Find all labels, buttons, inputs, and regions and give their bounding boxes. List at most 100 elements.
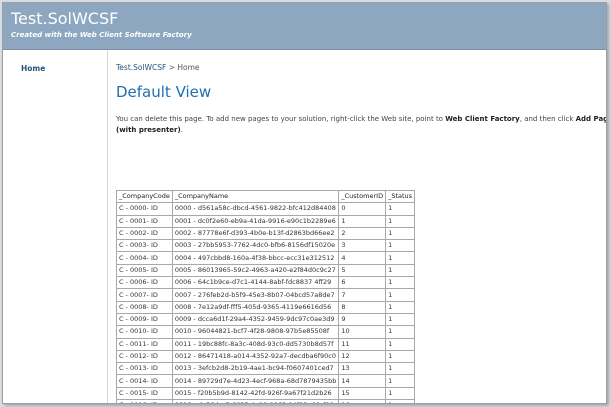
cell-status: 1	[385, 362, 416, 376]
cell-companyname: 0009 - dcca6d1f-29a4-4352-9459-9dc97c0ae…	[171, 312, 340, 327]
cell-companycode: C - 0007- ID	[116, 288, 173, 302]
cell-companyname: 0011 - 19bc88fc-8a3c-408d-93c0-dd5730b8d…	[171, 337, 340, 351]
breadcrumb: Test.SolWCSF > Home	[116, 63, 200, 72]
cell-customerid: 4	[338, 251, 387, 265]
cell-customerid: 5	[338, 263, 387, 278]
cell-companycode: C - 0005- ID	[116, 263, 173, 278]
intro-text-end: .	[180, 126, 183, 134]
cell-customerid: 13	[338, 362, 387, 376]
intro-text-bold-factory: Web Client Factory	[445, 115, 520, 123]
cell-customerid: 9	[338, 312, 387, 327]
table-row: C - 0007- ID 0007 - 276feb2d-b5f9-45e3-8b…	[116, 288, 416, 302]
cell-companycode: C - 0016- ID	[116, 399, 173, 403]
cell-companyname: 0006 - 64c1b9ce-d7c1-4144-8abf-fdc8837 4…	[171, 276, 340, 290]
cell-status: 1	[385, 226, 416, 241]
table-row: C - 0000- ID 0000 - d561a58c-dbcd-4561-98…	[116, 202, 416, 216]
cell-companyname: 0015 - f20b5b9d-8142-42fd-926f-9a67f21d2…	[171, 386, 340, 401]
intro-text-bold-add-page: Add Page	[575, 115, 606, 123]
cell-companycode: C - 0000- ID	[116, 202, 173, 216]
cell-customerid: 8	[338, 300, 387, 314]
data-grid-container: _CompanyCode _CompanyName _CustomerID _S…	[116, 189, 416, 403]
cell-companycode: C - 0004- ID	[116, 251, 173, 265]
site-subtitle: Created with the Web Client Software Fac…	[11, 31, 192, 39]
table-row: C - 0011- ID 0011 - 19bc88fc-8a3c-408d-93…	[116, 337, 416, 351]
cell-customerid: 7	[338, 288, 387, 302]
cell-status: 1	[385, 288, 416, 302]
column-header-customerid: _CustomerID	[338, 189, 387, 204]
cell-status: 1	[385, 251, 416, 265]
cell-status: 1	[385, 263, 416, 278]
cell-status: 1	[385, 202, 416, 216]
table-row: C - 0006- ID 0006 - 64c1b9ce-d7c1-4144-8a…	[116, 276, 416, 290]
column-header-status: _Status	[385, 189, 416, 204]
cell-customerid: 0	[338, 202, 387, 216]
cell-companyname: 0008 - 7e12a9df-fff5-405d-9365-4119e6616…	[171, 300, 340, 314]
cell-companycode: C - 0011- ID	[116, 337, 173, 351]
cell-companyname: 0004 - 497cbbd8-160a-4f38-bbcc-ecc31e312…	[171, 251, 340, 265]
site-header: Test.SolWCSF Created with the Web Client…	[3, 3, 606, 50]
table-row: C - 0015- ID 0015 - f20b5b9d-8142-42fd-92…	[116, 386, 416, 401]
sidebar: Home	[3, 50, 108, 403]
cell-companycode: C - 0006- ID	[116, 276, 173, 290]
intro-text-part2: , and then click	[519, 115, 576, 123]
table-row: C - 0004- ID 0004 - 497cbbd8-160a-4f38-bb…	[116, 251, 416, 265]
cell-companycode: C - 0013- ID	[116, 362, 173, 376]
breadcrumb-root-link[interactable]: Test.SolWCSF	[116, 63, 166, 72]
intro-text: You can delete this page. To add new pag…	[116, 114, 606, 136]
cell-customerid: 14	[338, 374, 387, 388]
intro-text-part1: You can delete this page. To add new pag…	[116, 115, 446, 123]
page-title: Default View	[116, 83, 212, 101]
table-row: C - 0003- ID 0003 - 27bb5953-7762-4dc0-bf…	[116, 239, 416, 253]
cell-companycode: C - 0010- ID	[116, 325, 173, 339]
table-row: C - 0009- ID 0009 - dcca6d1f-29a4-4352-94…	[116, 312, 416, 327]
cell-status: 1	[385, 386, 416, 401]
cell-companyname: 0005 - 86013965-59c2-4963-a420-e2f84d0c9…	[171, 263, 340, 278]
cell-companyname: 0014 - 89729d7e-4d23-4ecf-968a-68d787943…	[171, 374, 340, 388]
table-row: C - 0002- ID 0002 - 87778e6f-d393-4b0e-b1…	[116, 226, 416, 241]
cell-companyname: 0000 - d561a58c-dbcd-4561-9822-bfc412d84…	[171, 202, 340, 216]
cell-status: 1	[385, 300, 416, 314]
cell-companycode: C - 0012- ID	[116, 349, 173, 364]
cell-customerid: 11	[338, 337, 387, 351]
cell-companycode: C - 0003- ID	[116, 239, 173, 253]
cell-status: 1	[385, 239, 416, 253]
cell-companyname: 0016 - da56dcc5-6635-4e18-8863-14f23a66c…	[171, 399, 340, 403]
intro-text-bold-presenter: (with presenter)	[116, 126, 181, 134]
cell-companyname: 0010 - 96044821-bcf7-4f28-9808-97b5e8550…	[171, 325, 340, 339]
cell-customerid: 1	[338, 214, 387, 228]
cell-status: 1	[385, 399, 416, 403]
table-row: C - 0012- ID 0012 - 86471418-a014-4352-92…	[116, 349, 416, 364]
table-header-row: _CompanyCode _CompanyName _CustomerID _S…	[116, 189, 416, 204]
cell-companyname: 0013 - 3efcb2d8-2b19-4ae1-bc94-f0607401c…	[171, 362, 340, 376]
cell-companyname: 0012 - 86471418-a014-4352-92a7-decdba6f9…	[171, 349, 340, 364]
column-header-companycode: _CompanyCode	[116, 189, 173, 204]
main-content: Test.SolWCSF > Home Default View You can…	[108, 50, 606, 403]
cell-status: 1	[385, 374, 416, 388]
cell-companyname: 0002 - 87778e6f-d393-4b0e-b13f-d2863bd66…	[171, 226, 340, 241]
cell-companycode: C - 0015- ID	[116, 386, 173, 401]
company-data-grid: _CompanyCode _CompanyName _CustomerID _S…	[116, 189, 416, 403]
cell-companyname: 0001 - dc0f2e60-eb9a-41da-9916-e90c1b228…	[171, 214, 340, 228]
cell-customerid: 6	[338, 276, 387, 290]
cell-status: 1	[385, 276, 416, 290]
cell-status: 1	[385, 349, 416, 364]
cell-customerid: 2	[338, 226, 387, 241]
sidebar-item-home[interactable]: Home	[21, 64, 45, 73]
table-row: C - 0001- ID 0001 - dc0f2e60-eb9a-41da-99…	[116, 214, 416, 228]
cell-status: 1	[385, 214, 416, 228]
table-row: C - 0010- ID 0010 - 96044821-bcf7-4f28-98…	[116, 325, 416, 339]
cell-customerid: 3	[338, 239, 387, 253]
cell-companycode: C - 0002- ID	[116, 226, 173, 241]
breadcrumb-separator: >	[166, 63, 178, 72]
cell-status: 1	[385, 325, 416, 339]
cell-companycode: C - 0001- ID	[116, 214, 173, 228]
cell-companyname: 0003 - 27bb5953-7762-4dc0-bfb6-8156df150…	[171, 239, 340, 253]
cell-customerid: 12	[338, 349, 387, 364]
table-row: C - 0013- ID 0013 - 3efcb2d8-2b19-4ae1-bc…	[116, 362, 416, 376]
cell-status: 1	[385, 312, 416, 327]
cell-customerid: 16	[338, 399, 387, 403]
cell-companycode: C - 0008- ID	[116, 300, 173, 314]
breadcrumb-current: Home	[177, 63, 200, 72]
column-header-companyname: _CompanyName	[171, 189, 340, 204]
table-row: C - 0014- ID 0014 - 89729d7e-4d23-4ecf-96…	[116, 374, 416, 388]
